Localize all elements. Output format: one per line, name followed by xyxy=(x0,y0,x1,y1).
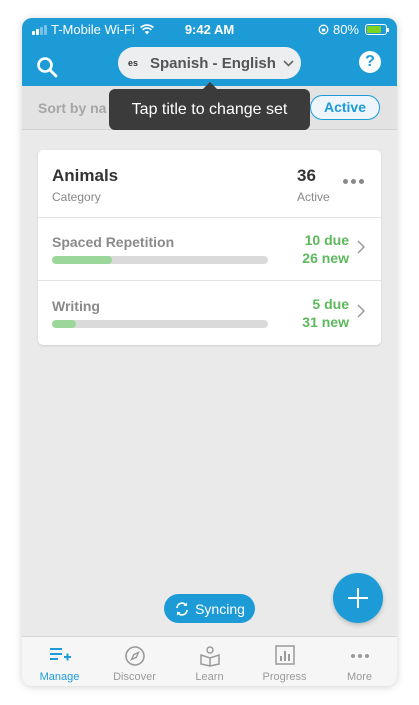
chevron-right-icon xyxy=(357,240,365,254)
set-title-button[interactable]: es Spanish - English xyxy=(118,47,301,79)
tab-manage[interactable]: Manage xyxy=(22,637,97,686)
status-bar: T-Mobile Wi-Fi 9:42 AM 80% xyxy=(22,18,397,40)
active-count: 36 xyxy=(297,166,316,185)
compass-icon xyxy=(124,646,145,666)
change-set-tooltip: Tap title to change set xyxy=(109,82,310,130)
new-count: 26 new xyxy=(302,250,349,266)
tab-label: Manage xyxy=(39,671,80,683)
chevron-right-icon xyxy=(357,304,365,318)
tab-learn[interactable]: Learn xyxy=(172,637,247,686)
tab-progress[interactable]: Progress xyxy=(247,637,322,686)
active-filter-button[interactable]: Active xyxy=(310,95,380,120)
language-code: es xyxy=(128,58,139,68)
tab-label: More xyxy=(346,671,373,683)
category-header[interactable]: Animals Category 36 Active xyxy=(38,150,381,218)
due-count: 10 due xyxy=(304,232,349,248)
tab-bar: Manage Discover Learn Progress More xyxy=(22,636,397,686)
orientation-lock-icon xyxy=(318,24,329,35)
search-button[interactable] xyxy=(36,56,64,84)
progress-bar xyxy=(52,256,268,264)
progress-chart-icon xyxy=(274,645,295,665)
tab-more[interactable]: More xyxy=(322,637,397,686)
battery-icon xyxy=(365,24,389,35)
category-subtitle: Category xyxy=(52,190,101,204)
sort-by-label[interactable]: Sort by na xyxy=(38,100,106,116)
more-dots-icon xyxy=(350,654,369,658)
category-card: Animals Category 36 Active Spaced Repeti… xyxy=(38,150,381,345)
sync-icon xyxy=(176,601,188,616)
category-title: Animals xyxy=(52,166,119,185)
syncing-button[interactable]: Syncing xyxy=(164,594,255,623)
writing-row[interactable]: Writing 5 due 31 new xyxy=(38,282,381,345)
plus-icon xyxy=(348,588,368,608)
search-icon xyxy=(37,57,58,78)
tab-label: Discover xyxy=(113,671,156,683)
more-options-icon[interactable] xyxy=(343,179,364,184)
learn-book-icon xyxy=(199,646,220,667)
status-right: 80% xyxy=(318,22,389,37)
syncing-label: Syncing xyxy=(195,600,245,617)
battery-fill xyxy=(367,26,382,33)
spaced-repetition-row[interactable]: Spaced Repetition 10 due 26 new xyxy=(38,218,381,281)
mode-name: Writing xyxy=(52,298,100,314)
tab-label: Learn xyxy=(195,671,224,683)
manage-list-icon xyxy=(49,648,71,661)
battery-percent: 80% xyxy=(332,22,359,37)
progress-bar xyxy=(52,320,268,328)
active-count-label: Active xyxy=(297,190,330,204)
help-button[interactable]: ? xyxy=(359,51,381,73)
due-count: 5 due xyxy=(312,296,349,312)
set-title: Spanish - English xyxy=(150,54,276,72)
mode-name: Spaced Repetition xyxy=(52,234,175,250)
tab-discover[interactable]: Discover xyxy=(97,637,172,686)
phone-screen: T-Mobile Wi-Fi 9:42 AM 80% es Spanish - … xyxy=(22,18,397,686)
tab-label: Progress xyxy=(262,671,307,683)
chevron-down-icon xyxy=(283,59,294,67)
new-count: 31 new xyxy=(302,314,349,330)
add-button[interactable] xyxy=(333,573,383,623)
